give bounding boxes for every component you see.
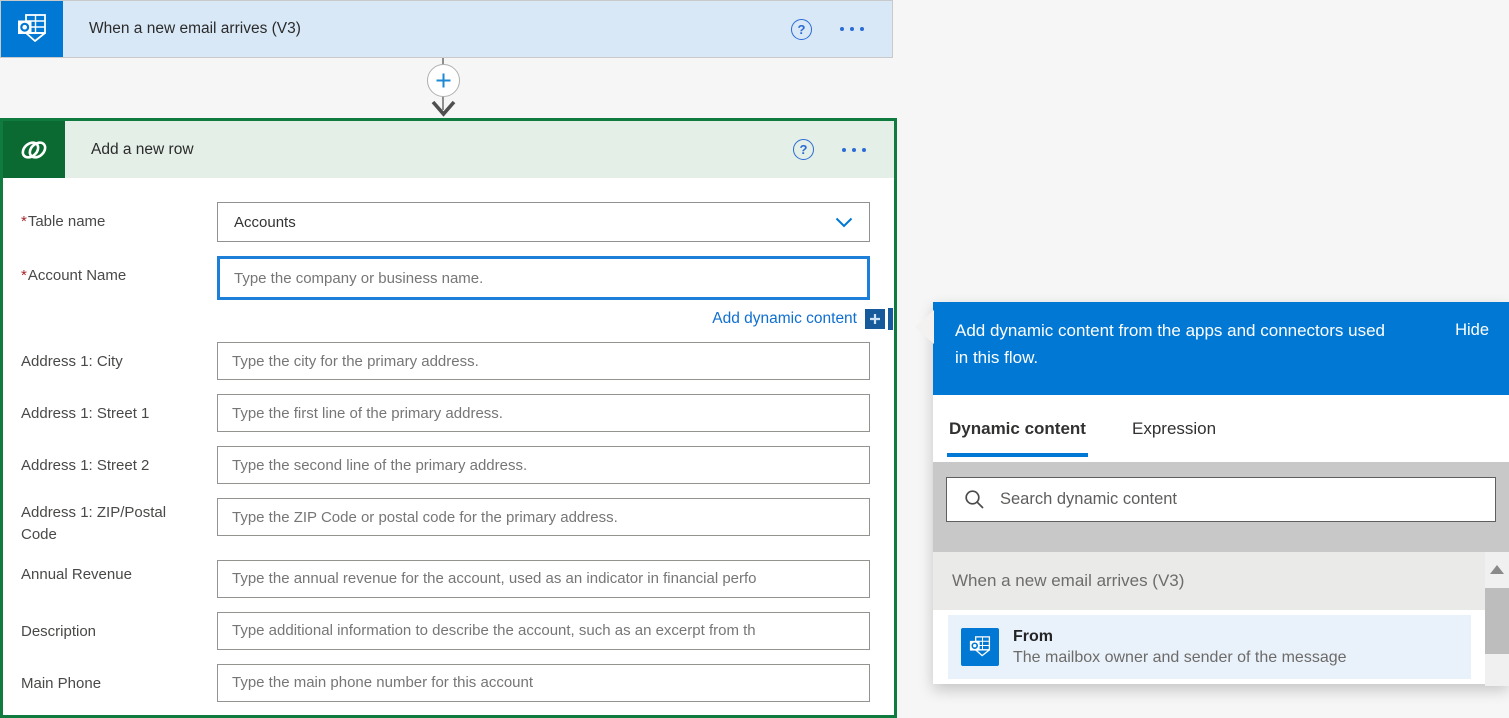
field-row-address1-city: Address 1: City	[21, 342, 870, 380]
tab-dynamic-content[interactable]: Dynamic content	[947, 395, 1088, 462]
field-row-table-name: *Table name Accounts	[21, 202, 870, 242]
field-label: Description	[21, 612, 217, 650]
dynamic-panel-header-text: Add dynamic content from the apps and co…	[955, 317, 1387, 395]
callout-pointer	[915, 310, 934, 344]
search-area	[933, 462, 1509, 552]
outlook-icon	[1, 1, 63, 57]
text-cursor	[888, 308, 893, 330]
chevron-down-icon	[835, 217, 853, 228]
search-input[interactable]	[1000, 490, 1485, 509]
dataverse-icon	[3, 121, 65, 178]
help-icon[interactable]: ?	[791, 19, 812, 40]
tab-expression[interactable]: Expression	[1130, 395, 1218, 462]
dynamic-panel-tabs: Dynamic content Expression	[933, 395, 1509, 462]
hide-button[interactable]: Hide	[1455, 317, 1489, 395]
field-row-main-phone: Main Phone	[21, 664, 870, 702]
dynamic-content-item-from[interactable]: From The mailbox owner and sender of the…	[948, 615, 1471, 679]
field-row-account-name: *Account Name	[21, 256, 870, 300]
trigger-card-header[interactable]: When a new email arrives (V3) ?	[63, 1, 892, 57]
address1-street1-input[interactable]	[217, 394, 870, 432]
help-glyph: ?	[798, 22, 806, 37]
field-row-annual-revenue: Annual Revenue	[21, 560, 870, 598]
required-marker: *	[21, 213, 27, 230]
field-label: Address 1: City	[21, 342, 217, 380]
add-dynamic-content-link[interactable]: Add dynamic content	[712, 310, 857, 328]
description-input[interactable]	[217, 612, 870, 650]
scrollbar-thumb[interactable]	[1485, 588, 1509, 654]
field-label: *Account Name	[21, 256, 217, 300]
field-label: Main Phone	[21, 664, 217, 702]
field-label: Address 1: Street 1	[21, 394, 217, 432]
main-phone-input[interactable]	[217, 664, 870, 702]
address1-zip-input[interactable]	[217, 498, 870, 536]
group-header: When a new email arrives (V3)	[933, 552, 1485, 610]
account-name-input[interactable]	[217, 256, 870, 300]
annual-revenue-input[interactable]	[217, 560, 870, 598]
scrollbar[interactable]	[1485, 552, 1509, 686]
required-marker: *	[21, 267, 27, 284]
add-dynamic-content-plus-icon[interactable]	[865, 309, 885, 329]
address1-street2-input[interactable]	[217, 446, 870, 484]
field-row-address1-street1: Address 1: Street 1	[21, 394, 870, 432]
scroll-up-arrow-icon[interactable]	[1490, 565, 1504, 574]
action-card: Add a new row ? *Table name Accounts *Ac…	[0, 118, 897, 718]
insert-step-button[interactable]	[427, 64, 460, 97]
dynamic-content-panel: Add dynamic content from the apps and co…	[933, 302, 1509, 684]
action-card-header[interactable]: Add a new row ?	[3, 121, 894, 178]
help-icon[interactable]: ?	[793, 139, 814, 160]
menu-ellipsis-icon[interactable]	[838, 23, 866, 35]
field-label: Address 1: Street 2	[21, 446, 217, 484]
search-icon	[964, 489, 985, 510]
help-glyph: ?	[800, 142, 808, 157]
field-row-description: Description	[21, 612, 870, 650]
field-label: *Table name	[21, 202, 217, 242]
table-name-value: Accounts	[234, 214, 296, 231]
search-box[interactable]	[946, 477, 1496, 522]
trigger-card-title: When a new email arrives (V3)	[89, 20, 301, 38]
trigger-card[interactable]: When a new email arrives (V3) ?	[0, 0, 893, 58]
dynamic-panel-header: Add dynamic content from the apps and co…	[933, 302, 1509, 395]
table-name-dropdown[interactable]: Accounts	[217, 202, 870, 242]
field-label: Address 1: ZIP/Postal Code	[21, 498, 217, 546]
menu-ellipsis-icon[interactable]	[840, 144, 868, 156]
field-row-address1-zip: Address 1: ZIP/Postal Code	[21, 498, 870, 546]
plus-icon	[435, 72, 452, 89]
item-title: From	[1013, 628, 1347, 646]
outlook-icon	[961, 628, 999, 666]
action-card-title: Add a new row	[91, 141, 194, 159]
dynamic-content-list: When a new email arrives (V3) From The m…	[933, 552, 1509, 684]
item-description: The mailbox owner and sender of the mess…	[1013, 649, 1347, 667]
field-label: Annual Revenue	[21, 560, 217, 598]
address1-city-input[interactable]	[217, 342, 870, 380]
field-row-address1-street2: Address 1: Street 2	[21, 446, 870, 484]
